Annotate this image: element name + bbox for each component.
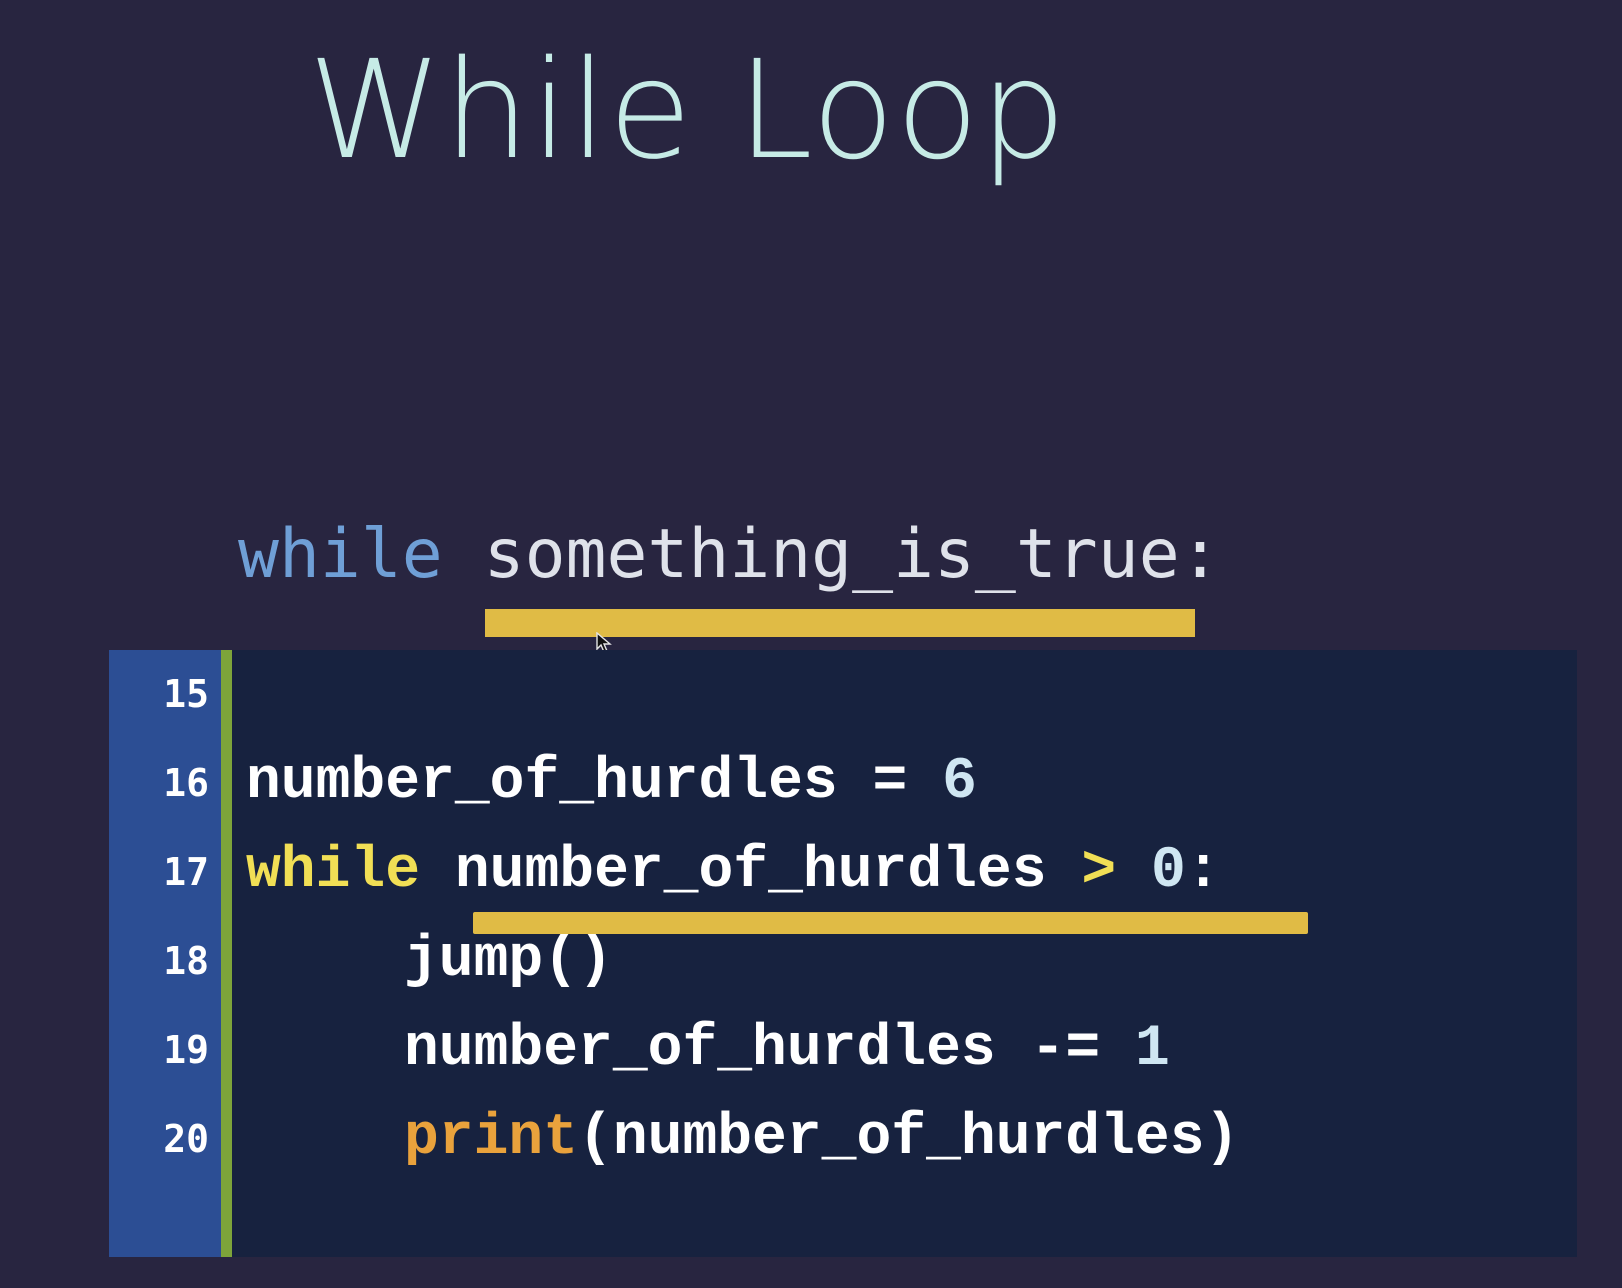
code-line-19: number_of_hurdles -= 1	[246, 1020, 1239, 1109]
while-keyword: while	[246, 839, 421, 904]
while-syntax-line: while something_is_true:	[238, 515, 1221, 595]
jump-call: jump()	[404, 928, 613, 993]
code-line-20: print(number_of_hurdles)	[246, 1109, 1239, 1198]
initial-value: 6	[942, 750, 977, 815]
line-number: 17	[163, 850, 209, 894]
comparison-value: 0	[1150, 839, 1186, 904]
line-number: 20	[163, 1117, 209, 1161]
code-line-16: number_of_hurdles = 6	[246, 753, 1239, 842]
line-number: 16	[163, 761, 209, 805]
gutter-border	[221, 650, 232, 1257]
line-number: 18	[163, 939, 209, 983]
print-function: print	[404, 1106, 579, 1171]
print-arguments: (number_of_hurdles)	[578, 1106, 1240, 1171]
line-number: 19	[163, 1028, 209, 1072]
syntax-while-keyword: while	[238, 515, 443, 594]
code-line-15	[246, 664, 1239, 753]
greater-than-operator: >	[1046, 839, 1151, 904]
hurdles-variable: number_of_hurdles	[454, 839, 1047, 904]
code-line-18: jump()	[246, 931, 1239, 1020]
slide-title: While Loop	[308, 32, 1068, 190]
colon: :	[1185, 839, 1221, 904]
code-editor-panel: 15 16 17 18 19 20 number_of_hurdles = 6 …	[109, 650, 1577, 1257]
decrement-operator: -=	[995, 1017, 1135, 1082]
assign-operator: =	[837, 750, 943, 815]
hurdles-variable: number_of_hurdles	[404, 1017, 996, 1082]
line-numbers: 15 16 17 18 19 20	[109, 664, 209, 1198]
hurdles-variable: number_of_hurdles	[246, 750, 838, 815]
line-number: 15	[163, 672, 209, 716]
loop-condition-highlight-underline	[473, 912, 1308, 934]
condition-highlight-underline	[485, 609, 1195, 637]
decrement-value: 1	[1134, 1017, 1170, 1082]
syntax-condition: something_is_true:	[483, 515, 1221, 594]
